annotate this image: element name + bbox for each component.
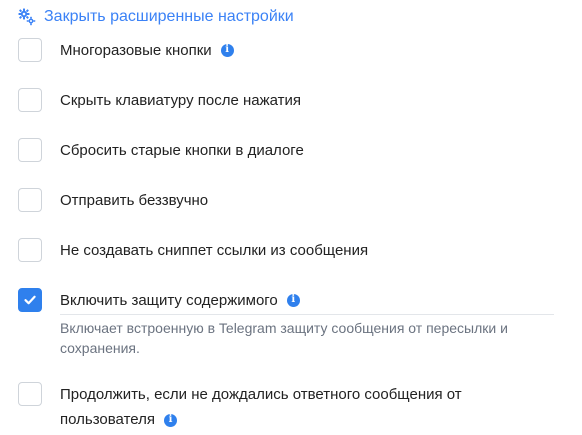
hide-keyboard-label: Скрыть клавиатуру после нажатия [60,91,302,109]
option-continue-if-no-reply [18,382,42,406]
option-hide-keyboard: Скрыть клавиатуру после нажатия [18,88,301,112]
option-reset-old-buttons: Сбросить старые кнопки в диалоге [18,138,304,162]
continue-if-no-reply-label: Продолжить, если не дождались ответного … [60,382,560,432]
continue-if-no-reply-label-line2: пользователя [60,411,155,428]
divider [60,314,554,315]
continue-if-no-reply-label-line2-wrap: пользователя i [60,407,560,432]
protect-content-checkbox[interactable] [18,288,42,312]
no-link-preview-checkbox[interactable] [18,238,42,262]
option-reusable-buttons: Многоразовые кнопки i [18,38,234,62]
protect-content-label: Включить защиту содержимого [60,291,278,309]
option-send-silently: Отправить беззвучно [18,188,208,212]
info-icon[interactable]: i [220,43,234,57]
continue-if-no-reply-label-line1: Продолжить, если не дождались ответного … [60,386,462,403]
option-no-link-preview: Не создавать сниппет ссылки из сообщения [18,238,368,262]
reset-old-buttons-checkbox[interactable] [18,138,42,162]
option-protect-content: Включить защиту содержимого i [18,288,300,312]
send-silently-checkbox[interactable] [18,188,42,212]
info-icon[interactable]: i [164,413,177,427]
advanced-settings-panel: Закрыть расширенные настройки Многоразов… [0,0,582,435]
reusable-buttons-label: Многоразовые кнопки [60,41,212,59]
protect-content-description: Включает встроенную в Telegram защиту со… [60,320,508,356]
reusable-buttons-checkbox[interactable] [18,38,42,62]
hide-keyboard-checkbox[interactable] [18,88,42,112]
reset-old-buttons-label: Сбросить старые кнопки в диалоге [60,141,304,159]
info-icon[interactable]: i [286,293,300,307]
checkmark-icon [24,295,36,305]
close-advanced-settings-label: Закрыть расширенные настройки [44,8,294,25]
continue-if-no-reply-checkbox[interactable] [18,382,42,406]
gears-icon [18,8,36,26]
send-silently-label: Отправить беззвучно [60,191,209,209]
close-advanced-settings-link[interactable]: Закрыть расширенные настройки [18,8,294,26]
no-link-preview-label: Не создавать сниппет ссылки из сообщения [60,241,369,259]
